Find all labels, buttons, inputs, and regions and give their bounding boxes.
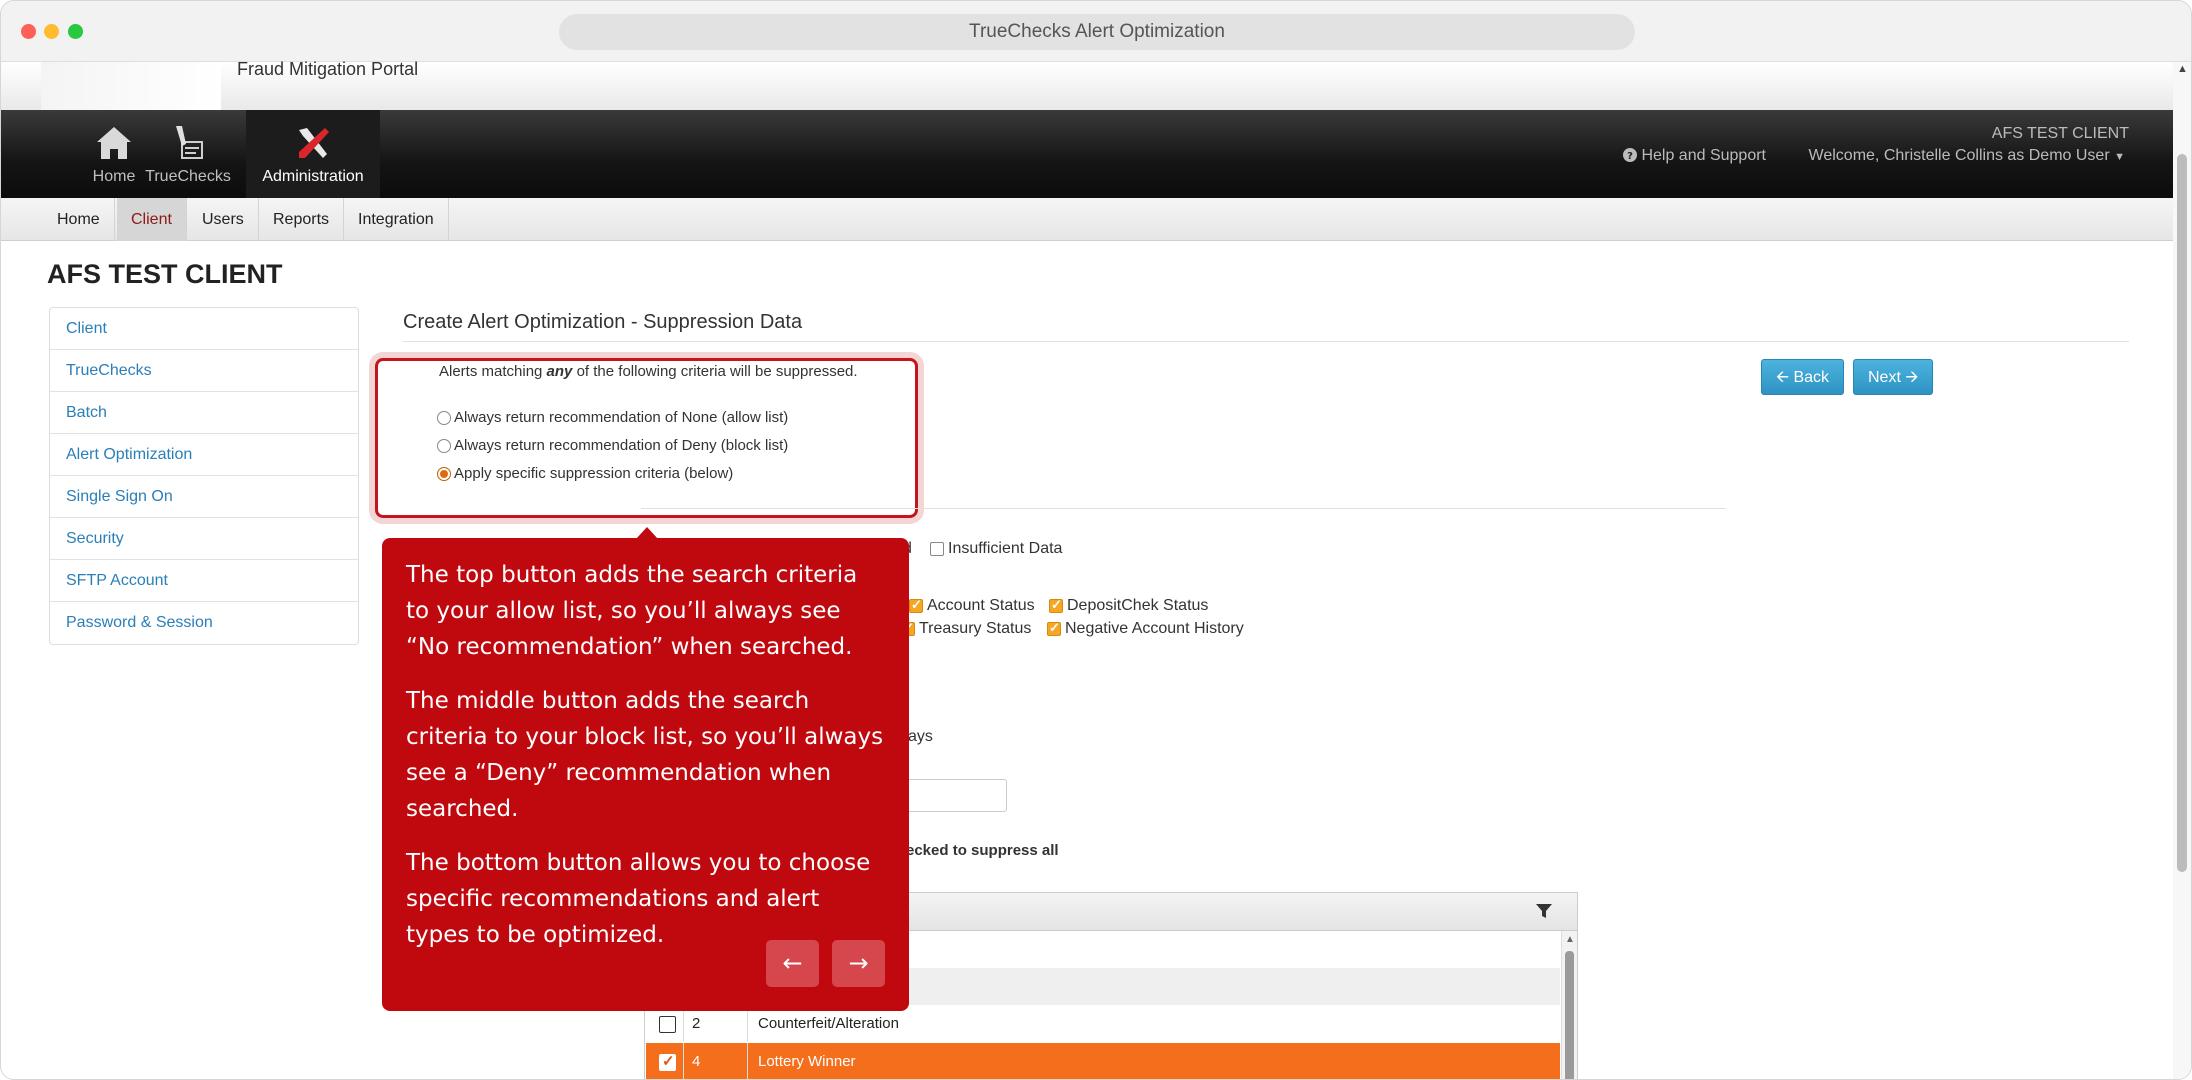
radio-specific-criteria[interactable]: Apply specific suppression criteria (bel… [437,465,733,482]
checkbox-negative-account-history[interactable]: Negative Account History [1047,620,1244,638]
arrow-left-icon: ← [782,949,803,977]
fragment-days: ays [908,728,933,745]
address-bar[interactable]: TrueChecks Alert Optimization [559,14,1635,50]
walkthrough-tooltip: The top button adds the search criteria … [382,527,909,1011]
criteria-note: Alerts matching any of the following cri… [439,363,858,380]
grid-scrollbar[interactable]: ▲ [1561,931,1577,1079]
radio-block-list-control[interactable] [437,438,451,453]
row-checkbox[interactable] [659,1052,676,1071]
tab-reports[interactable]: Reports [259,198,345,241]
checkbox-account-status-label: Account Status [927,597,1035,614]
suppress-all-note: ecked to suppress all [906,842,1059,859]
criteria-note-emphasis: any [546,363,573,380]
help-and-support-link[interactable]: ? Help and Support [1623,147,1766,165]
scroll-up-icon[interactable]: ▲ [1565,934,1575,945]
checkbox-treasury-status-label: Treasury Status [919,620,1032,637]
page-scrollbar[interactable]: ▲ [2173,62,2191,1079]
welcome-label: Welcome, Christelle Collins as Demo User [1808,147,2110,164]
close-window-button[interactable] [21,24,36,39]
checkbox-depositchek-status-box[interactable] [1049,597,1063,613]
checkbox-insufficient-data-label: Insufficient Data [948,540,1063,557]
sidebar-item-batch[interactable]: Batch [50,392,358,434]
next-button[interactable]: Next 🡪 [1853,359,1934,395]
minimize-window-button[interactable] [44,24,59,39]
criteria-note-prefix: Alerts matching [439,363,547,380]
sidebar-item-sftp-account[interactable]: SFTP Account [50,560,358,602]
radio-specific-criteria-label: Apply specific suppression criteria (bel… [454,465,734,482]
row-checkbox[interactable] [659,1016,676,1033]
checkbox-account-status-box[interactable] [909,597,923,613]
arrow-right-circle-icon: 🡪 [1905,369,1919,386]
criteria-divider [641,508,1726,509]
nav-truechecks[interactable]: TrueChecks [133,110,243,198]
tab-users[interactable]: Users [188,198,259,241]
radio-allow-list-control[interactable] [437,410,451,425]
checkbox-negative-account-history-box[interactable] [1047,620,1061,636]
filter-icon[interactable] [1535,902,1553,920]
help-label: Help and Support [1641,147,1766,164]
criteria-note-suffix: of the following criteria will be suppre… [572,363,858,380]
zoom-window-button[interactable] [68,24,83,39]
nav-administration[interactable]: Administration [246,110,380,198]
table-row-selected[interactable]: 4 Lottery Winner [646,1043,1560,1079]
question-circle-icon: ? [1623,147,1641,164]
row-checkbox-cell [646,1043,684,1079]
grid-scroll-thumb[interactable] [1565,951,1574,1079]
section-title: Create Alert Optimization - Suppression … [403,311,803,333]
checkbox-depositchek-status[interactable]: DepositChek Status [1049,597,1208,615]
client-name-label: AFS TEST CLIENT [1991,125,2129,142]
check-pen-icon [133,124,243,162]
radio-allow-list-label: Always return recommendation of None (al… [454,409,789,426]
title-bar: TrueChecks Alert Optimization [1,1,2191,62]
tools-icon [246,124,380,162]
sidebar-item-truechecks[interactable]: TrueChecks [50,350,358,392]
checkbox-treasury-status[interactable]: Treasury Status [901,620,1031,638]
checkbox-insufficient-data-box[interactable] [930,541,944,556]
sidebar-item-password-session[interactable]: Password & Session [50,602,358,644]
row-name: Lottery Winner [758,1053,856,1070]
sidebar-item-client[interactable]: Client [50,308,358,350]
radio-block-list[interactable]: Always return recommendation of Deny (bl… [437,437,788,454]
sidebar-menu: Client TrueChecks Batch Alert Optimizati… [49,307,359,645]
portal-logo [41,62,221,110]
page-scroll-thumb[interactable] [2177,154,2187,872]
sub-nav-bar: Home Client Users Reports Integration [1,198,2173,241]
checkbox-account-status[interactable]: Account Status [909,597,1035,615]
section-divider [403,341,2129,342]
tooltip-prev-button[interactable]: ← [766,940,819,987]
checkbox-negative-account-history-label: Negative Account History [1065,620,1244,637]
tooltip-paragraph-2: The middle button adds the search criter… [406,688,884,822]
arrow-right-icon: → [848,949,869,977]
radio-allow-list[interactable]: Always return recommendation of None (al… [437,409,788,426]
tooltip-next-button[interactable]: → [832,940,885,987]
checkbox-insufficient-data[interactable]: Insufficient Data [930,540,1062,558]
radio-specific-criteria-control[interactable] [437,466,451,481]
nav-truechecks-label: TrueChecks [145,168,231,185]
back-button-label: Back [1793,369,1830,386]
caret-down-icon: ▼ [2114,151,2125,163]
row-code: 4 [684,1043,748,1079]
sidebar-item-security[interactable]: Security [50,518,358,560]
back-button[interactable]: 🡨 Back [1761,359,1845,395]
checkbox-depositchek-status-label: DepositChek Status [1067,597,1209,614]
tooltip-paragraph-1: The top button adds the search criteria … [406,562,858,660]
user-menu[interactable]: Welcome, Christelle Collins as Demo User… [1809,147,2125,165]
nav-administration-label: Administration [262,168,364,185]
browser-window: TrueChecks Alert Optimization Fraud Miti… [0,0,2192,1080]
arrow-left-circle-icon: 🡨 [1776,369,1789,386]
page-title: AFS TEST CLIENT [47,259,283,289]
svg-text:?: ? [1627,151,1633,162]
scroll-up-icon[interactable]: ▲ [2177,63,2188,75]
next-button-label: Next [1868,369,1901,386]
sidebar-item-single-sign-on[interactable]: Single Sign On [50,476,358,518]
tab-home[interactable]: Home [43,198,115,241]
tab-client[interactable]: Client [117,198,187,241]
radio-block-list-label: Always return recommendation of Deny (bl… [454,437,789,454]
portal-name: Fraud Mitigation Portal [237,59,419,79]
tooltip-paragraph-3: The bottom button allows you to choose s… [406,850,871,948]
tab-integration[interactable]: Integration [344,198,449,241]
sidebar-item-alert-optimization[interactable]: Alert Optimization [50,434,358,476]
